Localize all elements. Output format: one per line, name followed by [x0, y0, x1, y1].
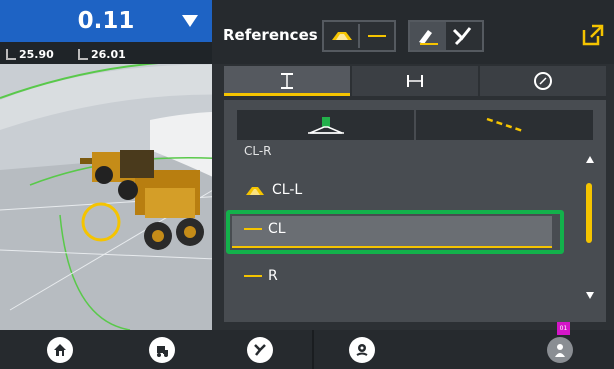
- scroll-up-arrow-icon[interactable]: [586, 156, 594, 163]
- list-item-label: R: [268, 268, 278, 284]
- home-button[interactable]: [38, 330, 82, 369]
- line-dash-icon: [244, 228, 262, 230]
- bottom-toolbar: [0, 330, 614, 369]
- blade-slope-icon: [419, 30, 438, 45]
- machine-button[interactable]: [140, 330, 184, 369]
- left-elevation-value: 25.90: [19, 48, 54, 61]
- tool-icon: [247, 336, 273, 363]
- reference-mode-row: [237, 110, 593, 140]
- list-item[interactable]: CL-L: [244, 182, 302, 198]
- list-item[interactable]: R: [244, 268, 278, 284]
- list-scrollbar[interactable]: [578, 146, 602, 322]
- panel-header: References: [212, 0, 614, 64]
- blade-cross-icon: [452, 27, 472, 46]
- notification-badge: 01: [557, 322, 570, 335]
- cut-fill-value: 0.11: [77, 8, 135, 34]
- cut-fill-value-button[interactable]: 0.11: [0, 0, 212, 42]
- tab-compass[interactable]: [480, 66, 606, 96]
- location-icon: [349, 336, 375, 363]
- home-icon: [47, 336, 73, 363]
- dropdown-arrow-icon: [182, 15, 198, 27]
- left-elevation: 25.90: [6, 48, 54, 61]
- right-elevation: 26.01: [78, 48, 126, 61]
- machine-icon: [149, 336, 175, 363]
- scroll-thumb[interactable]: [586, 183, 592, 243]
- tool-button[interactable]: [238, 330, 282, 369]
- blade-mode-toggle[interactable]: [408, 20, 484, 52]
- horizontal-extent-icon: [407, 75, 423, 87]
- reference-type-toggle[interactable]: [322, 20, 396, 52]
- right-elevation-value: 26.01: [91, 48, 126, 61]
- list-item-label: CL-L: [272, 182, 303, 198]
- compass-icon: [534, 72, 552, 90]
- list-item-partial[interactable]: CL-R: [244, 144, 272, 158]
- line-dash-icon: [244, 275, 262, 277]
- tab-vertical[interactable]: [224, 66, 350, 96]
- toolbar-divider: [312, 330, 314, 369]
- road-profile-icon: [246, 187, 264, 195]
- surface-reference-icon: [307, 117, 344, 134]
- list-item-label: CL: [268, 221, 286, 237]
- left-blade-icon: [6, 49, 16, 60]
- tab-horizontal[interactable]: [352, 66, 478, 96]
- elevation-readout: 0.11 25.90 26.01: [0, 0, 212, 64]
- reference-tabs: [224, 66, 606, 96]
- references-panel: References CL-R CL-L CL R: [212, 0, 614, 330]
- references-content: CL-R CL-L CL R: [224, 100, 606, 322]
- panel-title: References: [223, 26, 318, 44]
- surface-reference-button[interactable]: [237, 110, 414, 140]
- location-button[interactable]: [340, 330, 384, 369]
- dashed-line-icon: [486, 117, 523, 133]
- road-profile-icon: [332, 32, 352, 40]
- scroll-down-arrow-icon[interactable]: [586, 292, 594, 299]
- operator-button[interactable]: [538, 330, 582, 369]
- line-reference-button[interactable]: [416, 110, 593, 140]
- list-item-selected[interactable]: CL: [244, 221, 286, 237]
- operator-icon: [547, 336, 573, 363]
- sub-readouts: 25.90 26.01: [0, 44, 212, 64]
- vertical-extent-icon: [281, 73, 293, 89]
- right-blade-icon: [78, 49, 88, 60]
- reference-list[interactable]: CL-R CL-L CL R: [224, 144, 606, 322]
- open-external-icon[interactable]: [580, 22, 606, 48]
